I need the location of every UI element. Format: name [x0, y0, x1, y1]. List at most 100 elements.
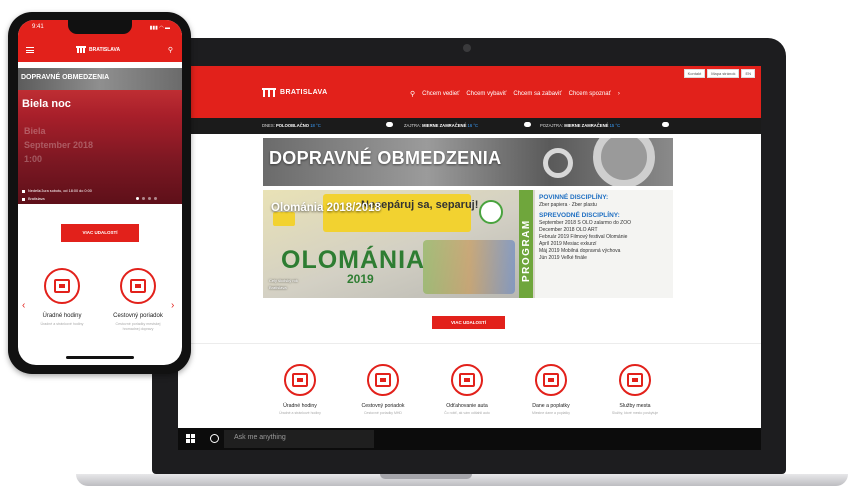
service-sub: Čo robiť, ak vám odtiahli auto	[444, 411, 490, 415]
event-place: Bratislava	[269, 285, 287, 290]
service-sub: Cestovné poriadky mestskej hromadnej dop…	[115, 322, 161, 331]
service-sub: Cestovné poriadky MHD	[364, 411, 402, 415]
service-timetable[interactable]: Cestovný poriadok Cestovné poriadky mest…	[108, 268, 168, 332]
building-icon	[44, 268, 80, 304]
search-icon[interactable]: ⚲	[168, 46, 173, 54]
poster-illustration	[423, 240, 515, 294]
hamburger-menu-icon[interactable]	[26, 47, 34, 53]
carousel-dots[interactable]	[136, 197, 157, 200]
service-label: Odťahovanie auta	[446, 403, 488, 409]
olo-logo-icon	[479, 200, 503, 224]
chevron-left-icon[interactable]: ‹	[22, 300, 25, 311]
hero-background-text: September 2018	[24, 140, 94, 150]
search-icon[interactable]: ⚲	[410, 90, 415, 98]
signal-icon: ▮▮▮ ◠ ▬	[149, 25, 170, 31]
document-icon	[535, 364, 567, 396]
windows-start-icon[interactable]	[186, 434, 195, 443]
service-taxes[interactable]: Dane a poplatky Miestne dane a poplatky	[520, 364, 582, 415]
main-nav: ⚲ Chcem vedieť Chcem vybaviť Chcem sa za…	[410, 90, 620, 98]
service-label: Cestovný poriadok	[113, 313, 163, 319]
program-line: September 2018 S OLO zalarmo do ZOO	[539, 220, 631, 226]
event-title: Biela noc	[22, 98, 71, 110]
logo-text: BRATISLAVA	[89, 46, 121, 53]
site-header: Kontakt Mapa stránok EN BRATISLAVA ⚲ Chc…	[178, 66, 761, 118]
traffic-banner-title: DOPRAVNÉ OBMEDZENIA	[269, 148, 502, 168]
event-time-text: Nedeľa/Jura sobotu, od 18:00 do 0:00	[28, 189, 92, 193]
nav-item-zabavit[interactable]: Chcem sa zabaviť	[513, 91, 561, 97]
logo-text: BRATISLAVA	[280, 89, 328, 96]
program-line: Apríl 2019 Mesiac exkurzí	[539, 241, 597, 247]
location-icon	[22, 197, 25, 201]
program-heading-2: SPREVODNÉ DISCIPLÍNY:	[539, 212, 620, 219]
car-icon	[451, 364, 483, 396]
more-events-button[interactable]: VIAC UDALOSTÍ	[61, 224, 139, 242]
poster-word: OLOMÁNIA	[281, 246, 426, 274]
top-link-sitemap[interactable]: Mapa stránok	[707, 69, 740, 78]
windows-taskbar: Ask me anything	[178, 428, 761, 450]
service-towing[interactable]: Odťahovanie auta Čo robiť, ak vám odtiah…	[436, 364, 498, 415]
calendar-icon	[22, 189, 25, 193]
weather-day-after: POZAJTRA: MIERNE ZAMRAČENÉ 15 °C	[540, 123, 621, 128]
event-place-text: Bratislava	[28, 197, 45, 201]
traffic-banner[interactable]: DOPRAVNÉ OBMEDZENIA	[263, 138, 673, 186]
service-label: Cestovný poriadok	[361, 403, 405, 409]
service-sub: Služby, ktoré mesto poskytuje	[611, 411, 659, 415]
phone-hero-banner[interactable]: DOPRAVNÉ OBMEDZENIA Biela noc Biela Sept…	[18, 68, 182, 204]
site-logo[interactable]: BRATISLAVA	[262, 88, 328, 97]
laptop-camera	[463, 44, 471, 52]
weather-today: DNES: POLOOBLAČNO 18 °C	[262, 123, 321, 128]
event-time: Nedeľa/Jura sobotu, od 18:00 do 0:00	[22, 189, 92, 193]
service-timetable[interactable]: Cestovný poriadok Cestovné poriadky MHD	[352, 364, 414, 415]
laptop-notch	[380, 474, 472, 479]
top-links: Kontakt Mapa stránok EN	[683, 69, 755, 78]
program-list: POVINNÉ DISCIPLÍNY: Zber papiera · Zber …	[535, 190, 673, 298]
service-label: Služby mesta	[619, 403, 651, 409]
taskbar-search-placeholder[interactable]: Ask me anything	[234, 434, 286, 441]
service-office-hours[interactable]: Úradné hodiny Úradné a stránkové hodiny	[269, 364, 331, 415]
program-heading-1: POVINNÉ DISCIPLÍNY:	[539, 194, 609, 201]
phone-notch	[68, 20, 132, 34]
nav-item-spoznat[interactable]: Chcem spoznať	[569, 91, 611, 97]
weather-tomorrow: ZAJTRA: MIERNE ZAMRAČENÉ 16 °C	[404, 123, 479, 128]
nav-item-vediet[interactable]: Chcem vedieť	[422, 91, 459, 97]
program-line: Február 2019 Filmový festival Olománie	[539, 234, 628, 240]
bus-icon	[120, 268, 156, 304]
cloud-icon	[524, 122, 531, 127]
olo-badge	[273, 212, 295, 226]
cloud-icon	[386, 122, 393, 127]
service-office-hours[interactable]: Úradné hodiny Úradné a stránkové hodiny	[32, 268, 92, 327]
service-sub: Miestne dane a poplatky	[532, 411, 570, 415]
more-events-button[interactable]: VIAC UDALOSTÍ	[432, 316, 505, 329]
cortana-icon[interactable]	[210, 434, 219, 443]
program-line: Zber papiera · Zber plastu	[539, 202, 597, 208]
chevron-right-icon[interactable]: ›	[618, 91, 620, 97]
section-divider	[178, 343, 761, 344]
phone-header: BRATISLAVA ⚲	[18, 38, 182, 62]
top-link-language[interactable]: EN	[741, 69, 755, 78]
bus-icon	[367, 364, 399, 396]
phone-logo[interactable]: BRATISLAVA	[76, 46, 120, 53]
chevron-right-icon[interactable]: ›	[171, 300, 174, 311]
top-link-contact[interactable]: Kontakt	[683, 69, 706, 78]
traffic-sign-image	[543, 148, 573, 178]
traffic-sign-image	[593, 138, 655, 186]
nav-item-vybavit[interactable]: Chcem vybaviť	[466, 91, 506, 97]
service-city[interactable]: Služby mesta Služby, ktoré mesto poskytu…	[604, 364, 666, 415]
status-time: 9:41	[32, 24, 44, 30]
laptop-screen: Kontakt Mapa stránok EN BRATISLAVA ⚲ Chc…	[178, 66, 761, 450]
globe-icon	[619, 364, 651, 396]
building-icon	[284, 364, 316, 396]
service-label: Úradné hodiny	[42, 313, 82, 319]
service-sub: Úradné a stránkové hodiny	[40, 322, 84, 326]
bratislava-logo-icon	[76, 46, 86, 53]
program-label: PROGRAM	[521, 219, 532, 282]
event-banner[interactable]: Nesepáruj sa, separuj! OLOMÁNIA 2019 PRO…	[263, 190, 673, 298]
hero-background-text: Biela	[24, 126, 46, 136]
program-line: Jún 2019 Veľké finále	[539, 255, 587, 261]
cloud-icon	[662, 122, 669, 127]
program-line: December 2018 OLO ART	[539, 227, 598, 233]
phone-screen: 9:41 ▮▮▮ ◠ ▬ BRATISLAVA ⚲ DOPRAVNÉ OBMED…	[18, 20, 182, 365]
program-line: Máj 2019 Mobilná dopravná výchova	[539, 248, 621, 254]
event-place: Bratislava	[22, 197, 45, 201]
event-title: Olománia 2018/2018	[271, 202, 381, 214]
